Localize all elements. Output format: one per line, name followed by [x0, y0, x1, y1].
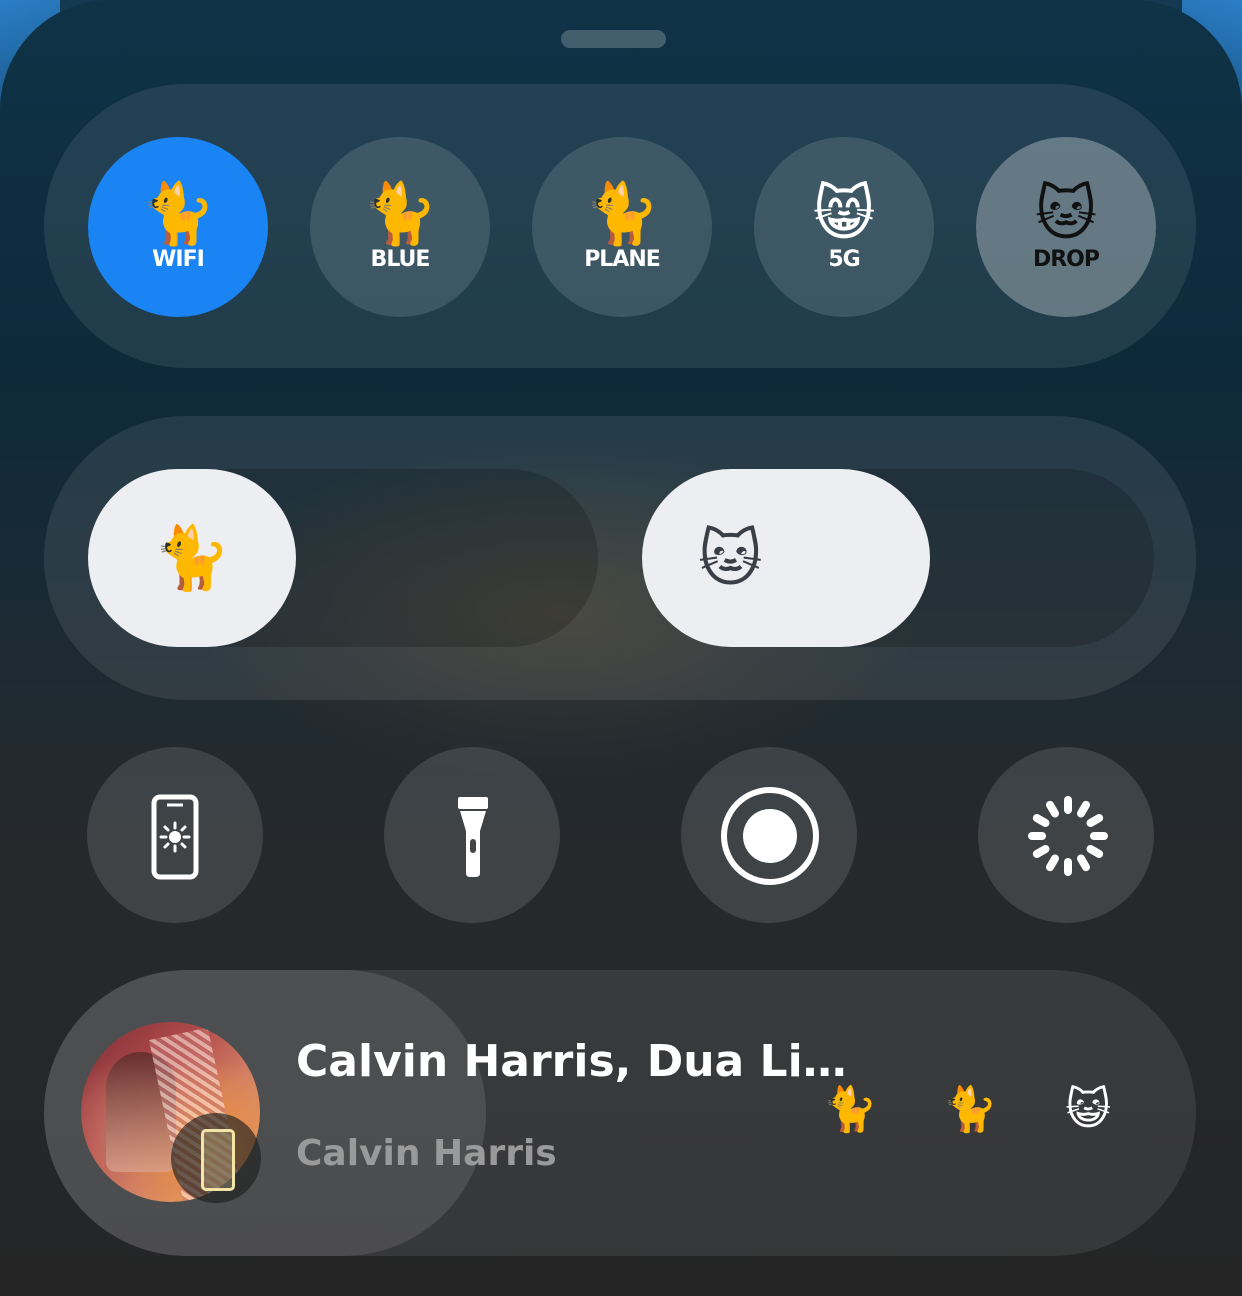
- airdrop-label: DROP: [1032, 246, 1100, 272]
- cat-face-icon: 😸: [812, 178, 876, 249]
- screen-record-button[interactable]: [681, 747, 857, 923]
- cat-icon: 🐈: [140, 178, 216, 249]
- song-artist: Calvin Harris: [296, 1133, 557, 1174]
- airplane-label: PLANE: [584, 246, 661, 272]
- output-device-badge[interactable]: [171, 1113, 261, 1203]
- previous-button[interactable]: 🐈: [820, 1080, 880, 1140]
- phone-icon: [201, 1129, 235, 1191]
- cellular-label: 5G: [828, 246, 860, 272]
- brightness-slider-fill[interactable]: 🐈: [88, 469, 296, 647]
- cellular-toggle[interactable]: 😸 5G: [754, 137, 934, 317]
- cat-icon: 🐈: [362, 178, 438, 249]
- spinner-icon: [1028, 796, 1108, 876]
- cat-icon: 🐈: [584, 178, 660, 249]
- bluetooth-toggle[interactable]: 🐈 BLUE: [310, 137, 490, 317]
- flashlight-button[interactable]: [384, 747, 560, 923]
- cat-face-icon: 😺: [1065, 1084, 1111, 1135]
- screen-settings-button[interactable]: [87, 747, 263, 923]
- next-button[interactable]: 😺: [1058, 1080, 1118, 1140]
- airdrop-toggle[interactable]: 🐱 DROP: [976, 137, 1156, 317]
- loading-button[interactable]: [978, 747, 1154, 923]
- airplane-toggle[interactable]: 🐈 PLANE: [532, 137, 712, 317]
- cat-icon: 🐈: [822, 1084, 878, 1135]
- phone-brightness-icon: [151, 794, 199, 880]
- record-icon: [721, 787, 819, 885]
- cat-icon: 🐈: [942, 1084, 998, 1135]
- play-pause-button[interactable]: 🐈: [940, 1080, 1000, 1140]
- bluetooth-label: BLUE: [370, 246, 431, 272]
- flashlight-icon: [458, 797, 488, 877]
- wifi-toggle[interactable]: 🐈 WIFI: [88, 137, 268, 317]
- control-center-panel: 🐈 WIFI 🐈 BLUE 🐈 PLANE 😸 5G 🐱 DROP 🐈 🐱 Ca…: [0, 0, 1242, 1296]
- song-title: Calvin Harris, Dua Li…: [296, 1036, 847, 1087]
- cat-face-icon: 🐱: [698, 521, 763, 595]
- drag-handle[interactable]: [561, 30, 666, 48]
- cat-face-icon: 🐱: [1034, 178, 1098, 249]
- wifi-label: WIFI: [152, 246, 205, 272]
- volume-slider-fill[interactable]: 🐱: [642, 469, 930, 647]
- cat-icon: 🐈: [153, 521, 231, 594]
